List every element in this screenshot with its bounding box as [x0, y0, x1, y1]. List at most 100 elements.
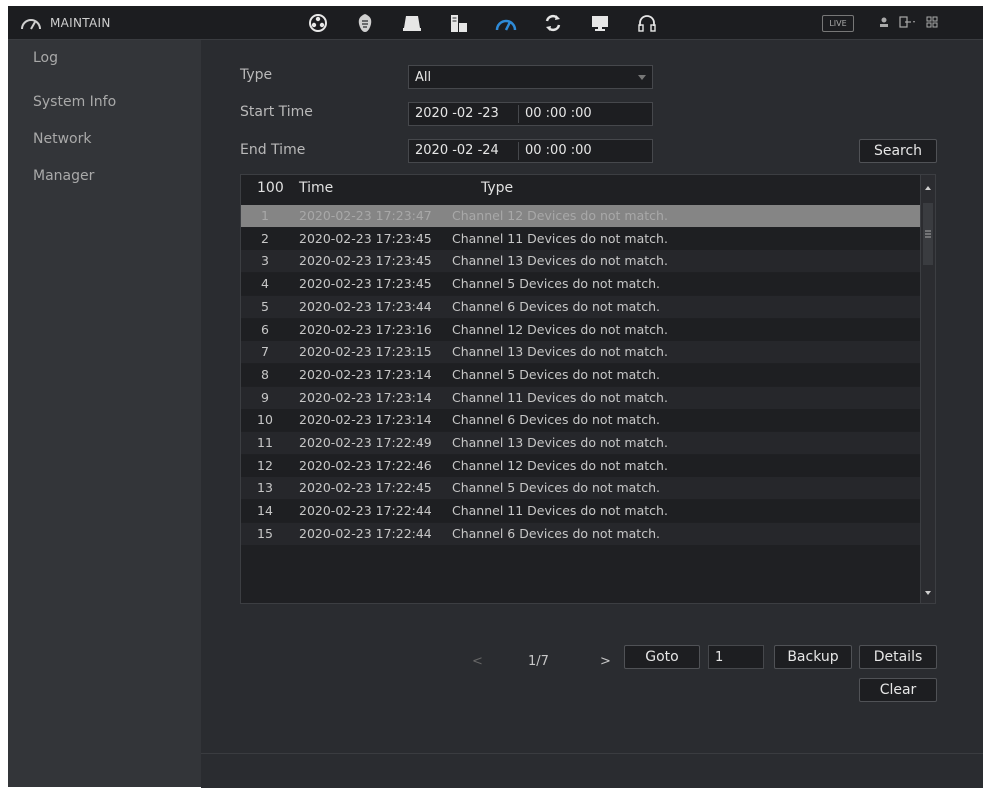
row-time: 2020-02-23 17:22:49 — [299, 435, 432, 450]
row-time: 2020-02-23 17:23:47 — [299, 208, 432, 223]
main-menu-icons — [294, 6, 670, 39]
row-time: 2020-02-23 17:23:45 — [299, 276, 432, 292]
row-number: 13 — [257, 480, 273, 496]
details-button[interactable]: Details — [859, 645, 937, 669]
row-time: 2020-02-23 17:23:44 — [299, 298, 432, 314]
type-select[interactable]: All — [408, 65, 653, 89]
storage-icon[interactable] — [388, 6, 435, 39]
row-number: 14 — [257, 503, 273, 519]
table-row[interactable]: 15 2020-02-23 17:22:44 Channel 6 Devices d… — [241, 522, 920, 545]
table-row[interactable]: 1 2020-02-23 17:23:47 Channel 12 Devices d… — [241, 205, 920, 227]
table-row[interactable]: 7 2020-02-23 17:23:15 Channel 13 Devices d… — [241, 341, 920, 364]
top-right-icons — [878, 6, 938, 39]
row-time: 2020-02-23 17:23:45 — [299, 253, 432, 269]
goto-button[interactable]: Goto — [624, 645, 700, 669]
scroll-up-icon[interactable] — [921, 180, 935, 194]
start-time-value[interactable]: 00 :00 :00 — [525, 106, 592, 121]
sidebar-item-network[interactable]: Network — [33, 131, 91, 147]
row-time: 2020-02-23 17:22:45 — [299, 480, 432, 496]
row-number: 12 — [257, 457, 273, 473]
start-time-input[interactable]: 2020 -02 -23 00 :00 :00 — [408, 102, 653, 126]
row-time: 2020-02-23 17:23:14 — [299, 412, 432, 428]
row-number: 4 — [261, 276, 269, 292]
time-header[interactable]: Time — [299, 180, 333, 196]
table-header: 100 Time Type — [241, 175, 920, 203]
end-time-input[interactable]: 2020 -02 -24 00 :00 :00 — [408, 139, 653, 163]
table-row[interactable]: 9 2020-02-23 17:23:14 Channel 11 Devices d… — [241, 386, 920, 409]
table-row[interactable]: 8 2020-02-23 17:23:14 Channel 5 Devices do… — [241, 363, 920, 386]
type-label: Type — [240, 67, 273, 83]
row-number: 1 — [261, 208, 269, 223]
end-date-value[interactable]: 2020 -02 -24 — [415, 143, 499, 158]
row-type: Channel 5 Devices do not match. — [452, 480, 660, 496]
settings-icon[interactable] — [341, 6, 388, 39]
status-bar — [201, 753, 983, 788]
row-type: Channel 13 Devices do not match. — [452, 344, 668, 360]
prev-page-icon[interactable]: < — [472, 654, 483, 669]
backup-button[interactable]: Backup — [774, 645, 852, 669]
row-type: Channel 12 Devices do not match. — [452, 321, 668, 337]
row-type: Channel 5 Devices do not match. — [452, 366, 660, 382]
row-number: 2 — [261, 230, 269, 246]
goto-page-value[interactable]: 1 — [715, 650, 723, 665]
row-number: 11 — [257, 435, 273, 450]
audio-icon[interactable] — [623, 6, 670, 39]
app-title: MAINTAIN — [20, 6, 111, 39]
row-type: Channel 6 Devices do not match. — [452, 525, 660, 541]
table-row[interactable]: 3 2020-02-23 17:23:45 Channel 13 Devices d… — [241, 250, 920, 273]
table-scrollbar[interactable] — [920, 175, 935, 603]
table-row[interactable]: 6 2020-02-23 17:23:16 Channel 12 Devices d… — [241, 318, 920, 341]
maintain-icon[interactable] — [482, 6, 529, 39]
system-icon[interactable] — [435, 6, 482, 39]
backup-icon[interactable] — [529, 6, 576, 39]
logout-icon[interactable] — [899, 13, 917, 32]
table-row[interactable]: 11 2020-02-23 17:22:49 Channel 13 Devices … — [241, 432, 920, 454]
start-date-value[interactable]: 2020 -02 -23 — [415, 106, 499, 121]
sidebar-item-system-info[interactable]: System Info — [33, 94, 116, 110]
row-type: Channel 6 Devices do not match. — [452, 412, 660, 428]
field-divider — [518, 105, 519, 123]
row-time: 2020-02-23 17:23:14 — [299, 366, 432, 382]
user-icon[interactable] — [878, 13, 890, 32]
table-row[interactable]: 4 2020-02-23 17:23:45 Channel 5 Devices do… — [241, 273, 920, 296]
table-row[interactable]: 14 2020-02-23 17:22:44 Channel 11 Devices … — [241, 500, 920, 523]
scroll-down-icon[interactable] — [921, 585, 935, 599]
search-icon[interactable] — [294, 6, 341, 39]
sidebar: Log System Info Network Manager — [8, 40, 201, 787]
row-number: 5 — [261, 298, 269, 314]
type-header[interactable]: Type — [481, 180, 513, 196]
row-number: 9 — [261, 389, 269, 405]
row-type: Channel 11 Devices do not match. — [452, 503, 668, 519]
next-page-icon[interactable]: > — [600, 654, 611, 669]
display-icon[interactable] — [576, 6, 623, 39]
search-button[interactable]: Search — [859, 139, 937, 163]
row-number: 3 — [261, 253, 269, 269]
row-number: 15 — [257, 525, 273, 541]
row-type: Channel 11 Devices do not match. — [452, 389, 668, 405]
row-time: 2020-02-23 17:23:14 — [299, 389, 432, 405]
main-window: MAINTAIN LIVE Log System Info Network Ma… — [8, 6, 983, 788]
row-time: 2020-02-23 17:22:44 — [299, 525, 432, 541]
row-time: 2020-02-23 17:23:15 — [299, 344, 432, 360]
sidebar-item-manager[interactable]: Manager — [33, 168, 94, 184]
table-row[interactable]: 2 2020-02-23 17:23:45 Channel 11 Devices d… — [241, 227, 920, 250]
goto-page-input[interactable]: 1 — [708, 645, 764, 669]
row-time: 2020-02-23 17:22:44 — [299, 503, 432, 519]
sidebar-item-log[interactable]: Log — [33, 50, 58, 66]
end-time-value[interactable]: 00 :00 :00 — [525, 143, 592, 158]
table-row[interactable]: 13 2020-02-23 17:22:45 Channel 5 Devices d… — [241, 477, 920, 500]
maintain-gauge-icon — [20, 15, 42, 31]
table-row[interactable]: 5 2020-02-23 17:23:44 Channel 6 Devices do… — [241, 295, 920, 318]
clear-button[interactable]: Clear — [859, 678, 937, 702]
table-row[interactable]: 12 2020-02-23 17:22:46 Channel 12 Devices … — [241, 454, 920, 477]
scroll-thumb[interactable] — [923, 203, 933, 265]
live-button[interactable]: LIVE — [822, 15, 854, 32]
row-type: Channel 5 Devices do not match. — [452, 276, 660, 292]
grid-view-icon[interactable] — [926, 13, 938, 32]
end-time-label: End Time — [240, 142, 306, 158]
row-type: Channel 12 Devices do not match. — [452, 208, 668, 223]
page-indicator: 1/7 — [528, 654, 549, 669]
row-number: 8 — [261, 366, 269, 382]
start-time-label: Start Time — [240, 104, 313, 120]
table-row[interactable]: 10 2020-02-23 17:23:14 Channel 6 Devices d… — [241, 409, 920, 432]
